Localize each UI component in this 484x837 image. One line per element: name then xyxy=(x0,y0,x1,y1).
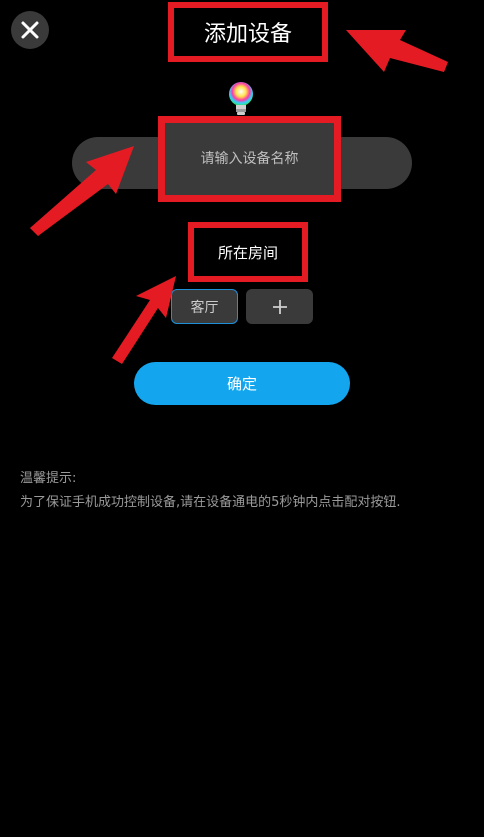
room-label-highlight-box: 所在房间 xyxy=(188,222,308,282)
close-button[interactable] xyxy=(11,11,49,49)
page-title: 添加设备 xyxy=(203,22,292,47)
confirm-button[interactable]: 确定 xyxy=(134,362,350,405)
tips-title: 温馨提示: xyxy=(20,471,77,486)
arrow-to-title xyxy=(346,30,448,72)
room-option-living-room[interactable]: 客厅 xyxy=(171,289,238,324)
rgb-bulb-icon xyxy=(229,82,253,115)
device-name-input[interactable] xyxy=(165,123,334,195)
device-name-highlight-box xyxy=(158,116,341,202)
arrow-to-room-label xyxy=(112,276,176,364)
tips-body: 为了保证手机成功控制设备,请在设备通电的5秒钟内点击配对按钮. xyxy=(20,495,401,510)
plus-icon xyxy=(272,299,287,314)
close-icon xyxy=(21,21,39,39)
title-highlight-box: 添加设备 xyxy=(168,2,328,62)
add-room-button[interactable] xyxy=(246,289,313,324)
room-label: 所在房间 xyxy=(217,243,278,262)
